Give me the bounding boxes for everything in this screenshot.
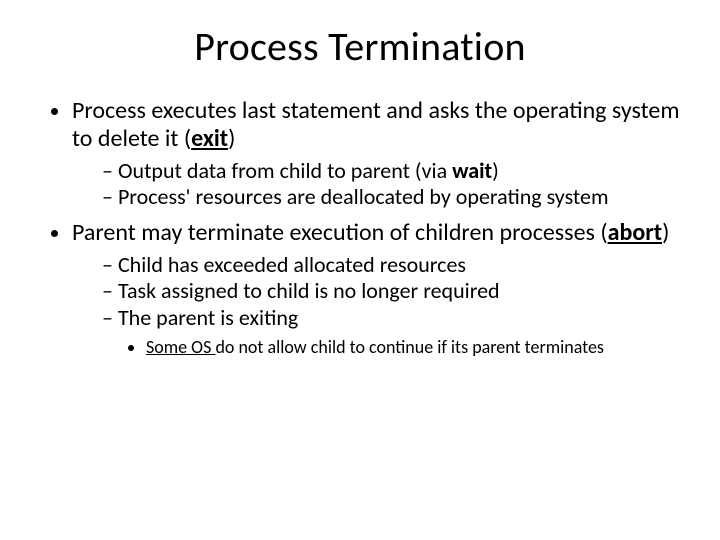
keyword: abort — [608, 218, 662, 247]
bullet-item: Process executes last statement and asks… — [72, 97, 690, 211]
bullet-text: Output data from child to parent (via — [118, 157, 452, 184]
sub-sub-bullet-item: Some OS do not allow child to continue i… — [146, 336, 690, 359]
sub-sub-bullet-list: Some OS do not allow child to continue i… — [102, 336, 690, 359]
sub-bullet-item: Process' resources are deallocated by op… — [102, 184, 690, 211]
keyword: Some OS — [146, 336, 215, 358]
sub-bullet-item: Child has exceeded allocated resources — [102, 252, 690, 279]
keyword: exit — [191, 124, 228, 153]
keyword: wait — [452, 157, 492, 184]
sub-bullet-item: Output data from child to parent (via wa… — [102, 158, 690, 185]
bullet-text: Task assigned to child is no longer requ… — [118, 277, 500, 304]
bullet-text: Process' resources are deallocated by op… — [118, 183, 609, 210]
bullet-text: Child has exceeded allocated resources — [118, 251, 466, 278]
bullet-item: Parent may terminate execution of childr… — [72, 219, 690, 358]
sub-bullet-item: Task assigned to child is no longer requ… — [102, 278, 690, 305]
bullet-list: Process executes last statement and asks… — [30, 97, 690, 359]
bullet-text: ) — [662, 218, 669, 247]
bullet-text: do not allow child to continue if its pa… — [215, 336, 604, 358]
bullet-text: Process executes last statement and asks… — [72, 96, 680, 153]
sub-bullet-list: Output data from child to parent (via wa… — [72, 158, 690, 212]
bullet-text: ) — [492, 157, 499, 184]
sub-bullet-item: The parent is exiting Some OS do not all… — [102, 305, 690, 358]
slide: Process Termination Process executes las… — [0, 0, 720, 540]
bullet-text: ) — [228, 124, 235, 153]
bullet-text: The parent is exiting — [118, 304, 298, 331]
slide-title: Process Termination — [30, 22, 690, 71]
bullet-text: Parent may terminate execution of childr… — [72, 218, 608, 247]
sub-bullet-list: Child has exceeded allocated resources T… — [72, 252, 690, 359]
